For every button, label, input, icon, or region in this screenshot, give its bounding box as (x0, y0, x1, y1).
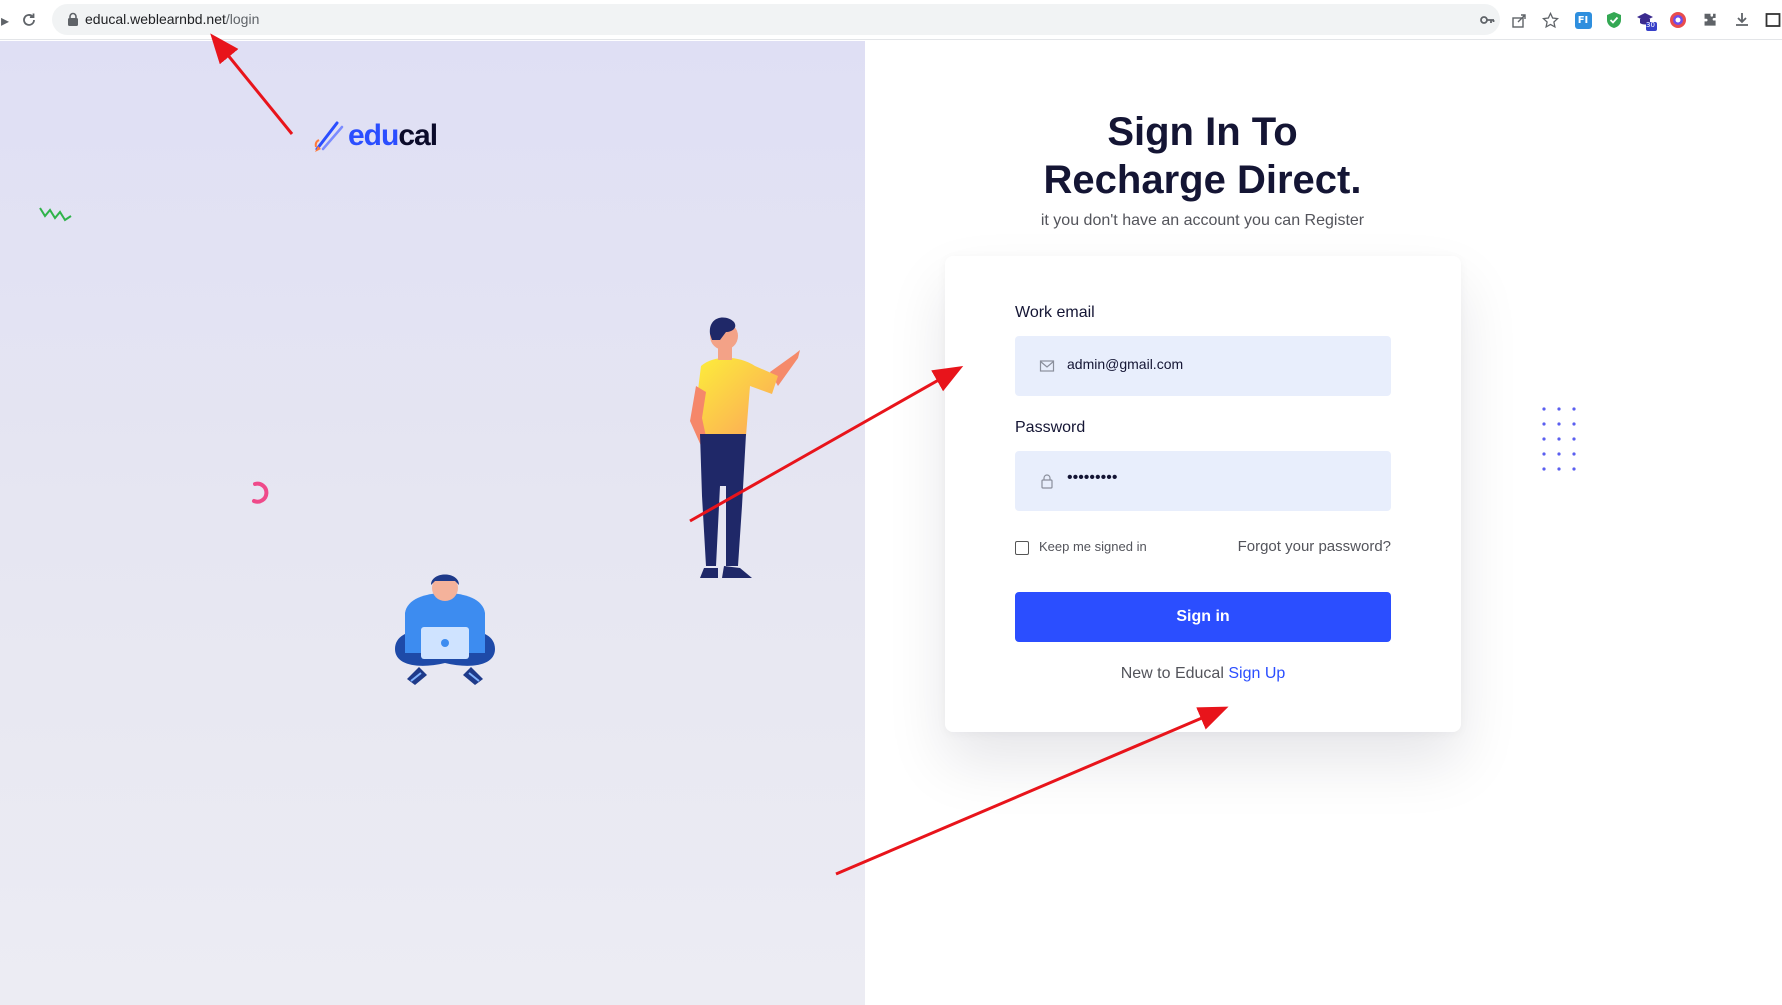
logo-text-cal: cal (398, 119, 438, 152)
login-card: Work email admin@gmail.com Password ••••… (945, 256, 1461, 732)
password-field[interactable]: ••••••••• (1015, 451, 1391, 511)
title-line-1: Sign In To (1107, 110, 1298, 154)
extension-cap-icon[interactable]: 30 (1635, 9, 1657, 31)
sitting-laptop-illustration (395, 574, 495, 685)
page-subtitle: it you don't have an account you can Reg… (1040, 212, 1365, 229)
email-field[interactable]: admin@gmail.com (1015, 336, 1391, 396)
extension-color-icon[interactable] (1667, 9, 1689, 31)
email-value: admin@gmail.com (1067, 356, 1184, 372)
sign-up-link[interactable]: Sign Up (1228, 665, 1285, 682)
arc-decoration (252, 481, 269, 504)
extension-fi-icon[interactable]: FI (1572, 9, 1594, 31)
key-icon[interactable] (1477, 10, 1497, 30)
forgot-password-link[interactable]: Forgot your password? (1238, 538, 1391, 555)
download-icon[interactable] (1731, 9, 1753, 31)
pencil-logo-icon (314, 121, 344, 152)
lock-icon (1041, 474, 1053, 489)
signup-prompt: New to Educal Sign Up (945, 665, 1461, 683)
password-label: Password (1015, 419, 1086, 436)
browser-toolbar: ▸ educal.weblearnbd.net/login FI 30 (0, 0, 1782, 40)
address-bar[interactable]: educal.weblearnbd.net/login (52, 4, 1559, 35)
keep-signed-in-checkbox[interactable] (1015, 541, 1029, 555)
mail-icon (1039, 360, 1055, 372)
keep-signed-in-label[interactable]: Keep me signed in (1039, 539, 1147, 554)
zigzag-decoration (39, 207, 72, 222)
title-line-2: Recharge Direct. (1043, 158, 1362, 202)
email-label: Work email (1015, 304, 1095, 321)
password-value: ••••••••• (1067, 469, 1118, 486)
logo-text-edu: edu (348, 119, 399, 152)
url-text[interactable]: educal.weblearnbd.net/login (85, 11, 259, 27)
sidepanel-icon[interactable] (1762, 9, 1782, 31)
lock-icon (68, 12, 78, 26)
illustration-panel: edu cal (0, 41, 865, 1005)
sign-in-button[interactable]: Sign in (1015, 592, 1391, 642)
signup-prompt-text: New to Educal (1120, 665, 1224, 682)
forward-icon[interactable]: ▸ (0, 9, 16, 31)
puzzle-icon[interactable] (1699, 9, 1721, 31)
dot-grid-decoration (1542, 407, 1576, 471)
extension-shield-icon[interactable] (1603, 9, 1625, 31)
reload-icon[interactable] (18, 9, 40, 31)
extension-badge: 30 (1646, 21, 1655, 29)
standing-man-illustration (690, 317, 800, 578)
educal-logo[interactable]: edu cal (313, 119, 438, 153)
page-title: Sign In To Recharge Direct. (1030, 108, 1375, 204)
share-icon[interactable] (1509, 10, 1529, 30)
bookmark-star-icon[interactable] (1540, 10, 1560, 30)
